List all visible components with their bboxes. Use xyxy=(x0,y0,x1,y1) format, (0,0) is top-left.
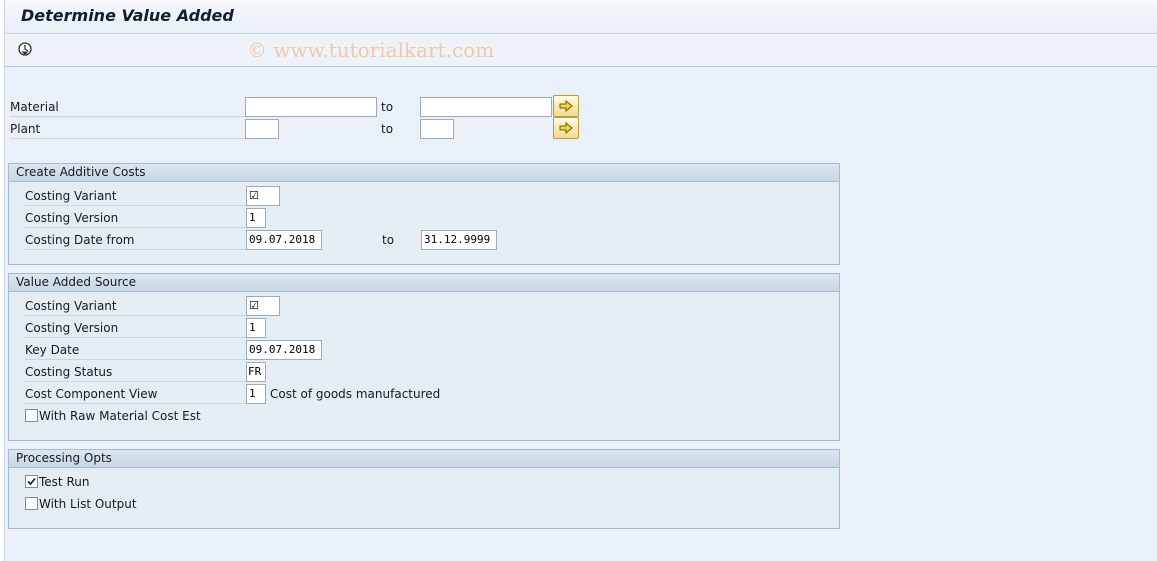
material-to-label: to xyxy=(381,100,394,114)
with-list-output-checkbox[interactable] xyxy=(25,497,38,510)
material-to-input[interactable] xyxy=(420,97,552,117)
source-costing-variant-label: Costing Variant xyxy=(25,296,247,316)
cost-component-view-label: Cost Component View xyxy=(25,384,247,404)
watermark: © www.tutorialkart.com xyxy=(247,38,495,62)
costing-date-from-input[interactable]: 09.07.2018 xyxy=(246,230,322,250)
plant-label: Plant xyxy=(10,119,246,139)
material-multiple-selection-button[interactable] xyxy=(553,95,579,117)
plant-from-input[interactable] xyxy=(245,119,279,139)
group-header: Processing Opts xyxy=(9,450,839,468)
costing-date-from-label: Costing Date from xyxy=(25,230,247,250)
page-title: Determine Value Added xyxy=(21,6,234,25)
execute-icon[interactable] xyxy=(17,41,33,57)
plant-to-label: to xyxy=(381,122,394,136)
sap-window: Determine Value Added © www.tutorialkart… xyxy=(4,0,1157,561)
group-value-added-source: Value Added Source Costing Variant ☑ Cos… xyxy=(8,273,840,441)
group-create-additive-costs: Create Additive Costs Costing Variant ☑ … xyxy=(8,163,840,265)
test-run-label: Test Run xyxy=(39,475,90,489)
with-raw-material-checkbox[interactable] xyxy=(25,409,38,422)
material-label: Material xyxy=(10,97,246,117)
group-header: Value Added Source xyxy=(9,274,839,292)
group-processing-opts: Processing Opts Test Run With List Outpu… xyxy=(8,449,840,529)
costing-version-input[interactable]: 1 xyxy=(246,208,266,228)
group-title: Value Added Source xyxy=(16,275,137,289)
title-bar: Determine Value Added xyxy=(5,0,1157,34)
with-list-output-label: With List Output xyxy=(39,497,137,511)
source-costing-variant-input[interactable]: ☑ xyxy=(246,296,280,316)
plant-to-input[interactable] xyxy=(420,119,454,139)
source-costing-version-input[interactable]: 1 xyxy=(246,318,266,338)
with-raw-material-label: With Raw Material Cost Est xyxy=(39,409,201,423)
costing-version-label: Costing Version xyxy=(25,208,247,228)
application-toolbar: © www.tutorialkart.com xyxy=(5,34,1157,67)
costing-status-input[interactable]: FR xyxy=(246,362,266,382)
group-header: Create Additive Costs xyxy=(9,164,839,182)
key-date-label: Key Date xyxy=(25,340,247,360)
key-date-input[interactable]: 09.07.2018 xyxy=(246,340,322,360)
cost-component-view-input[interactable]: 1 xyxy=(246,384,266,404)
costing-date-to-label: to xyxy=(382,233,395,247)
source-costing-version-label: Costing Version xyxy=(25,318,247,338)
costing-status-label: Costing Status xyxy=(25,362,247,382)
arrow-right-icon xyxy=(559,100,573,112)
costing-variant-label: Costing Variant xyxy=(25,186,247,206)
material-from-input[interactable] xyxy=(245,97,377,117)
cost-component-view-description: Cost of goods manufactured xyxy=(270,387,441,401)
group-title: Processing Opts xyxy=(16,451,112,465)
plant-multiple-selection-button[interactable] xyxy=(553,117,579,139)
arrow-right-icon xyxy=(559,122,573,134)
checkmark-icon xyxy=(27,477,36,486)
test-run-checkbox[interactable] xyxy=(25,475,38,488)
costing-date-to-input[interactable]: 31.12.9999 xyxy=(421,230,497,250)
costing-variant-input[interactable]: ☑ xyxy=(246,186,280,206)
group-title: Create Additive Costs xyxy=(16,165,146,179)
